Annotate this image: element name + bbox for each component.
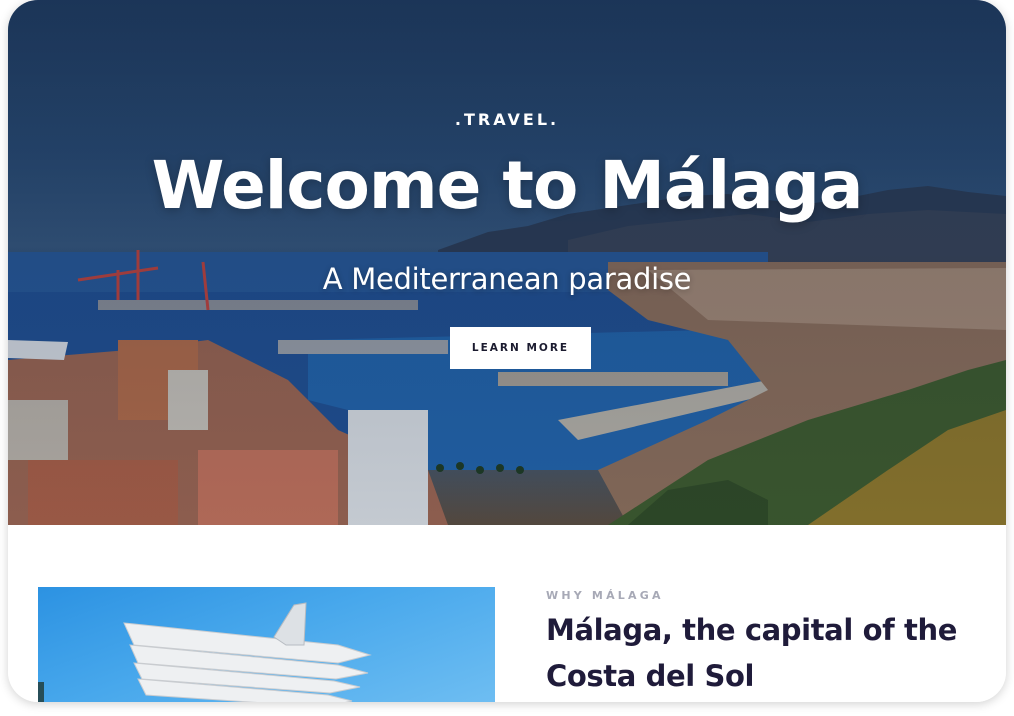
hero-section: .TRAVEL. Welcome to Málaga A Mediterrane… bbox=[8, 0, 1006, 525]
learn-more-button[interactable]: LEARN MORE bbox=[450, 327, 591, 369]
hero-title: Welcome to Málaga bbox=[151, 147, 864, 224]
building-illustration bbox=[38, 602, 372, 702]
section-title: Málaga, the capital of the Costa del Sol bbox=[546, 613, 957, 693]
hero-subtitle: A Mediterranean paradise bbox=[322, 262, 692, 296]
modern-building-photo bbox=[38, 587, 495, 702]
why-malaga-section: WHY MÁLAGA Málaga, the capital of the Co… bbox=[8, 525, 1006, 702]
hero-eyebrow: .TRAVEL. bbox=[454, 110, 560, 129]
browser-viewport: .TRAVEL. Welcome to Málaga A Mediterrane… bbox=[8, 0, 1006, 702]
section-eyebrow: WHY MÁLAGA bbox=[546, 589, 664, 602]
